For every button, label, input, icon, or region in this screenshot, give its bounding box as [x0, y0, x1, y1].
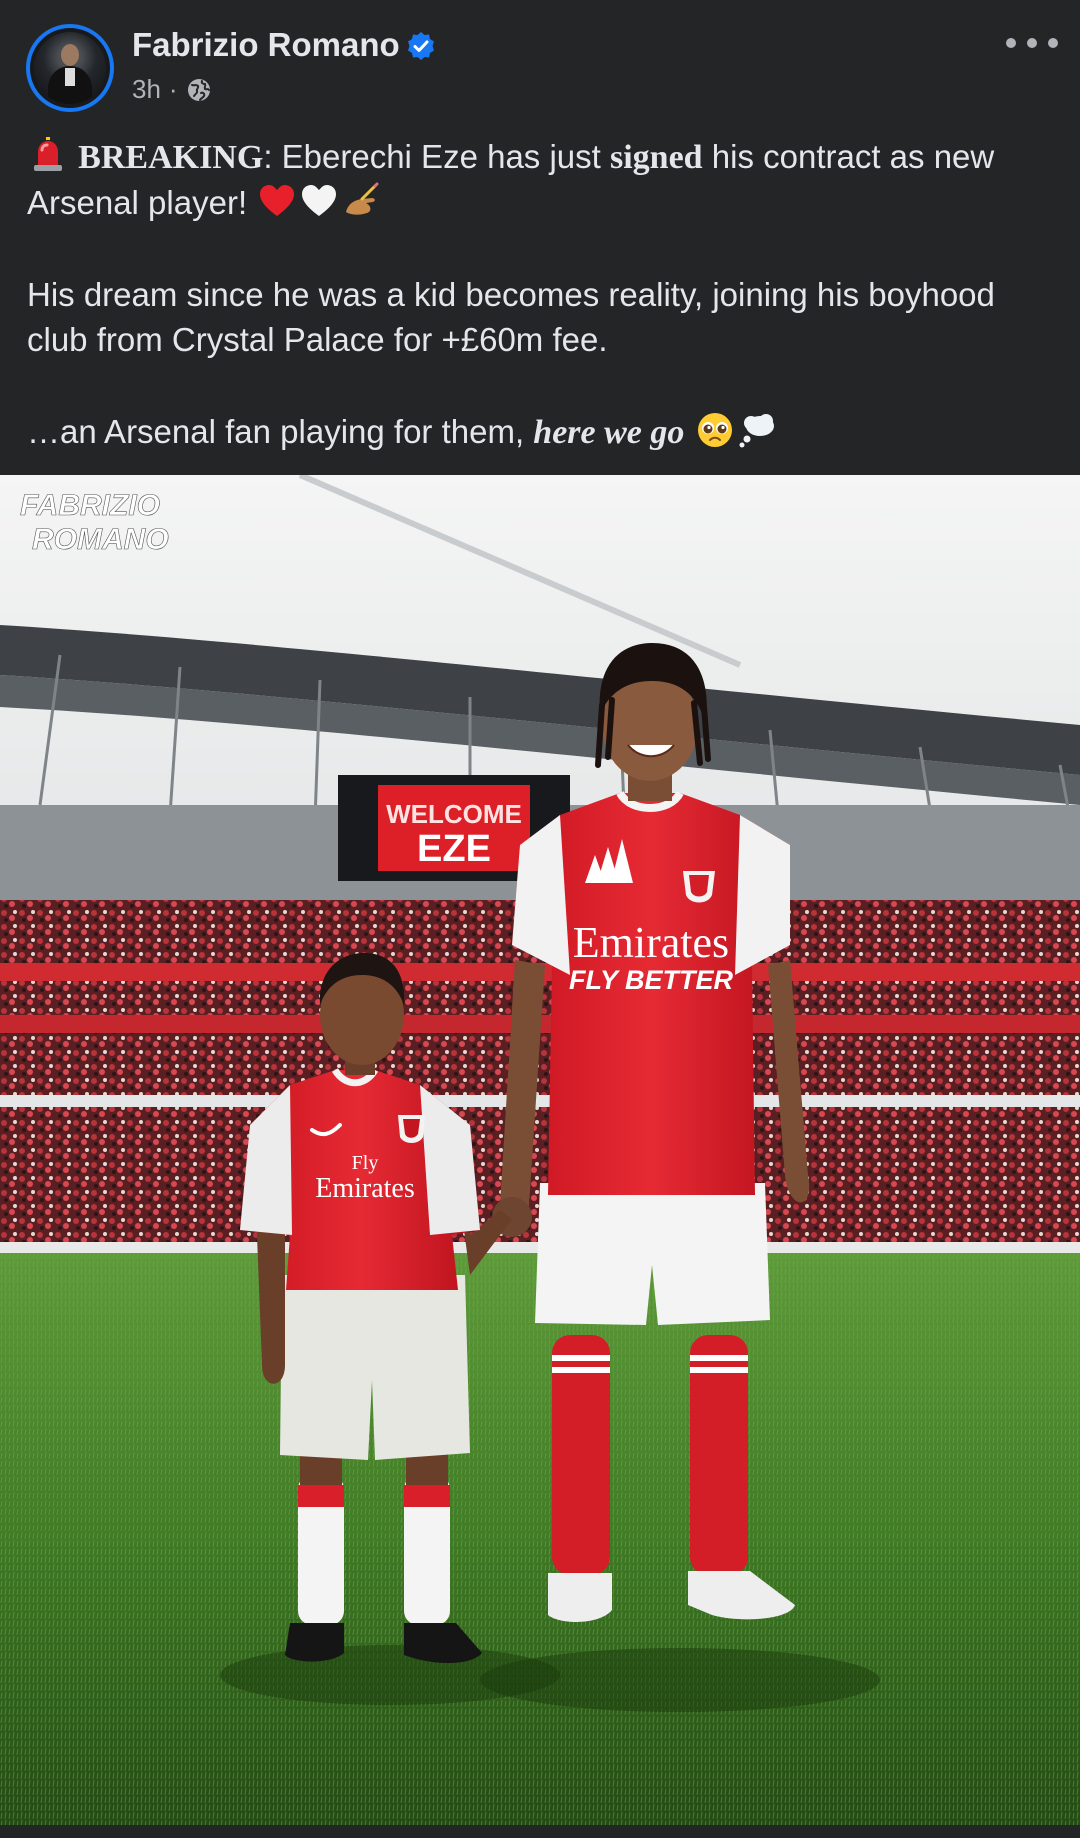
post-paragraph-2: His dream since he was a kid becomes rea… — [27, 276, 995, 358]
post-text-segment-1: : Eberechi Eze has just — [263, 138, 610, 175]
post-meta: 3h · — [132, 74, 212, 105]
kid-shirt-line-2: Emirates — [315, 1173, 415, 1204]
breaking-label: BREAKING — [78, 139, 264, 176]
writing-hand-icon — [346, 182, 379, 215]
scoreboard-line-2: EZE — [417, 828, 491, 870]
post-text: BREAKING: Eberechi Eze has just signed h… — [27, 134, 1057, 502]
verified-badge-icon — [408, 32, 434, 60]
pleading-face-icon — [697, 413, 732, 447]
post-image-graphic: WELCOME EZE FABRIZIO ROMANO Emirates FLY… — [0, 475, 1080, 1825]
signed-word: signed — [610, 139, 703, 176]
post-header: Fabrizio Romano 3h · — [0, 0, 1080, 120]
bottom-bar — [0, 1825, 1080, 1838]
white-heart-icon — [302, 185, 337, 216]
watermark-line-1: FABRIZIO — [20, 489, 160, 522]
avatar-photo — [34, 32, 106, 104]
post-paragraph-1: BREAKING: Eberechi Eze has just signed h… — [27, 134, 1057, 225]
author-name[interactable]: Fabrizio Romano — [132, 26, 400, 64]
meta-separator: · — [168, 74, 178, 104]
post-image[interactable]: WELCOME EZE FABRIZIO ROMANO Emirates FLY… — [0, 475, 1080, 1825]
avatar[interactable] — [26, 24, 114, 112]
here-we-go: here we go — [533, 414, 685, 451]
watermark-line-2: ROMANO — [32, 523, 169, 556]
scoreboard-line-1: WELCOME — [386, 799, 522, 829]
globe-icon[interactable] — [186, 77, 212, 103]
post-paragraph-3: …an Arsenal fan playing for them, here w… — [27, 409, 1057, 455]
post-time[interactable]: 3h — [132, 74, 161, 105]
more-options-icon[interactable] — [1006, 28, 1058, 58]
thought-bubble-icon — [739, 414, 774, 448]
police-light-icon — [34, 137, 62, 171]
player-shirt-line-1: Emirates — [573, 918, 729, 967]
red-heart-icon — [260, 185, 295, 216]
kid-shirt-line-1: Fly — [352, 1152, 379, 1174]
player-shirt-line-2: FLY BETTER — [569, 965, 734, 995]
post-text-segment-3: …an Arsenal fan playing for them, — [27, 413, 534, 450]
